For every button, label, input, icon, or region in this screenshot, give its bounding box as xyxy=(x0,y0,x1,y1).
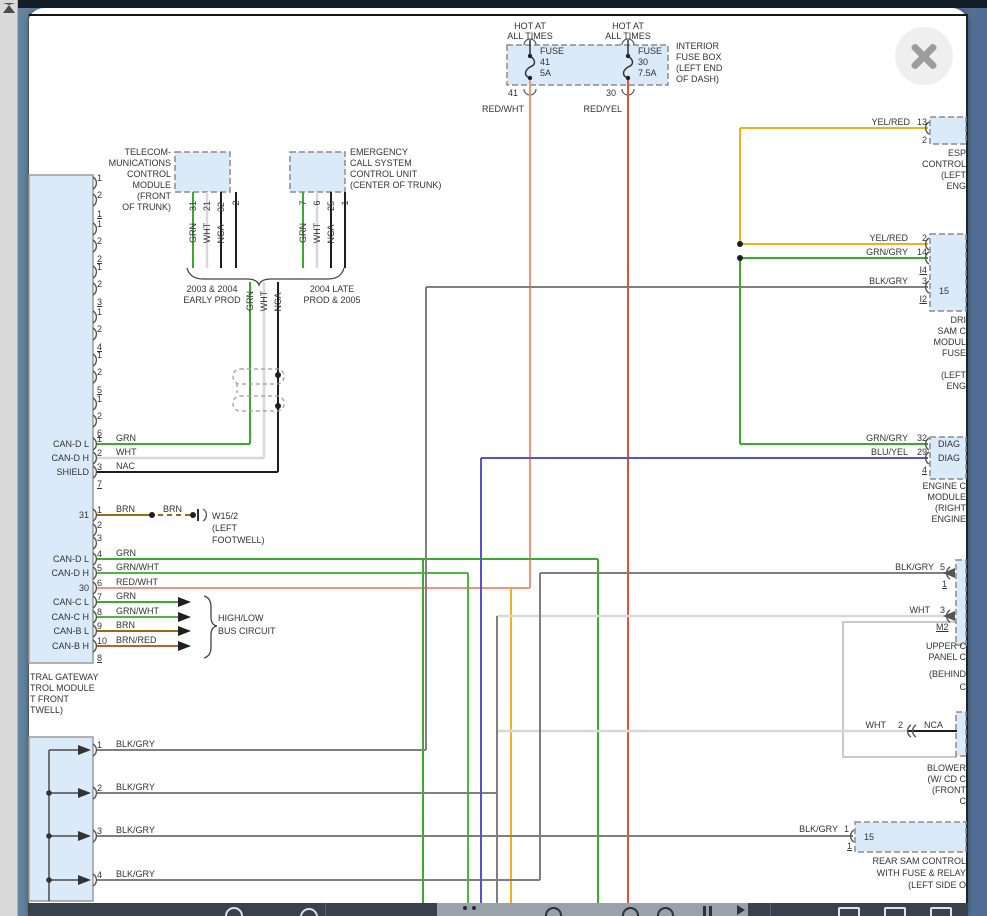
toolbar-divider xyxy=(770,903,771,916)
dots-icon[interactable] xyxy=(472,906,476,910)
scroll-up-button[interactable] xyxy=(3,3,15,13)
modal-right-edge xyxy=(966,14,968,916)
dots-icon[interactable] xyxy=(463,906,467,910)
pause-icon[interactable] xyxy=(709,906,712,916)
arrow-icon[interactable] xyxy=(737,905,745,915)
top-bar xyxy=(17,0,987,8)
toolbar-divider xyxy=(325,903,326,916)
close-button[interactable] xyxy=(895,27,953,85)
bottom-toolbar[interactable] xyxy=(28,903,968,916)
thumbnail-icon[interactable] xyxy=(838,907,860,916)
diagram-modal xyxy=(28,8,968,916)
modal-top-rule xyxy=(28,14,968,16)
search-plus-icon[interactable] xyxy=(300,908,318,916)
modal-left-edge xyxy=(28,14,29,916)
page: { "window": { "kind": "wiring-diagram-vi… xyxy=(0,0,987,916)
scrollbar[interactable] xyxy=(0,0,18,916)
search-icon[interactable] xyxy=(225,907,243,916)
thumbnail-icon[interactable] xyxy=(930,907,952,916)
pause-icon[interactable] xyxy=(703,906,706,916)
thumbnail-icon[interactable] xyxy=(884,907,906,916)
toolbar-active-segment xyxy=(437,903,748,916)
